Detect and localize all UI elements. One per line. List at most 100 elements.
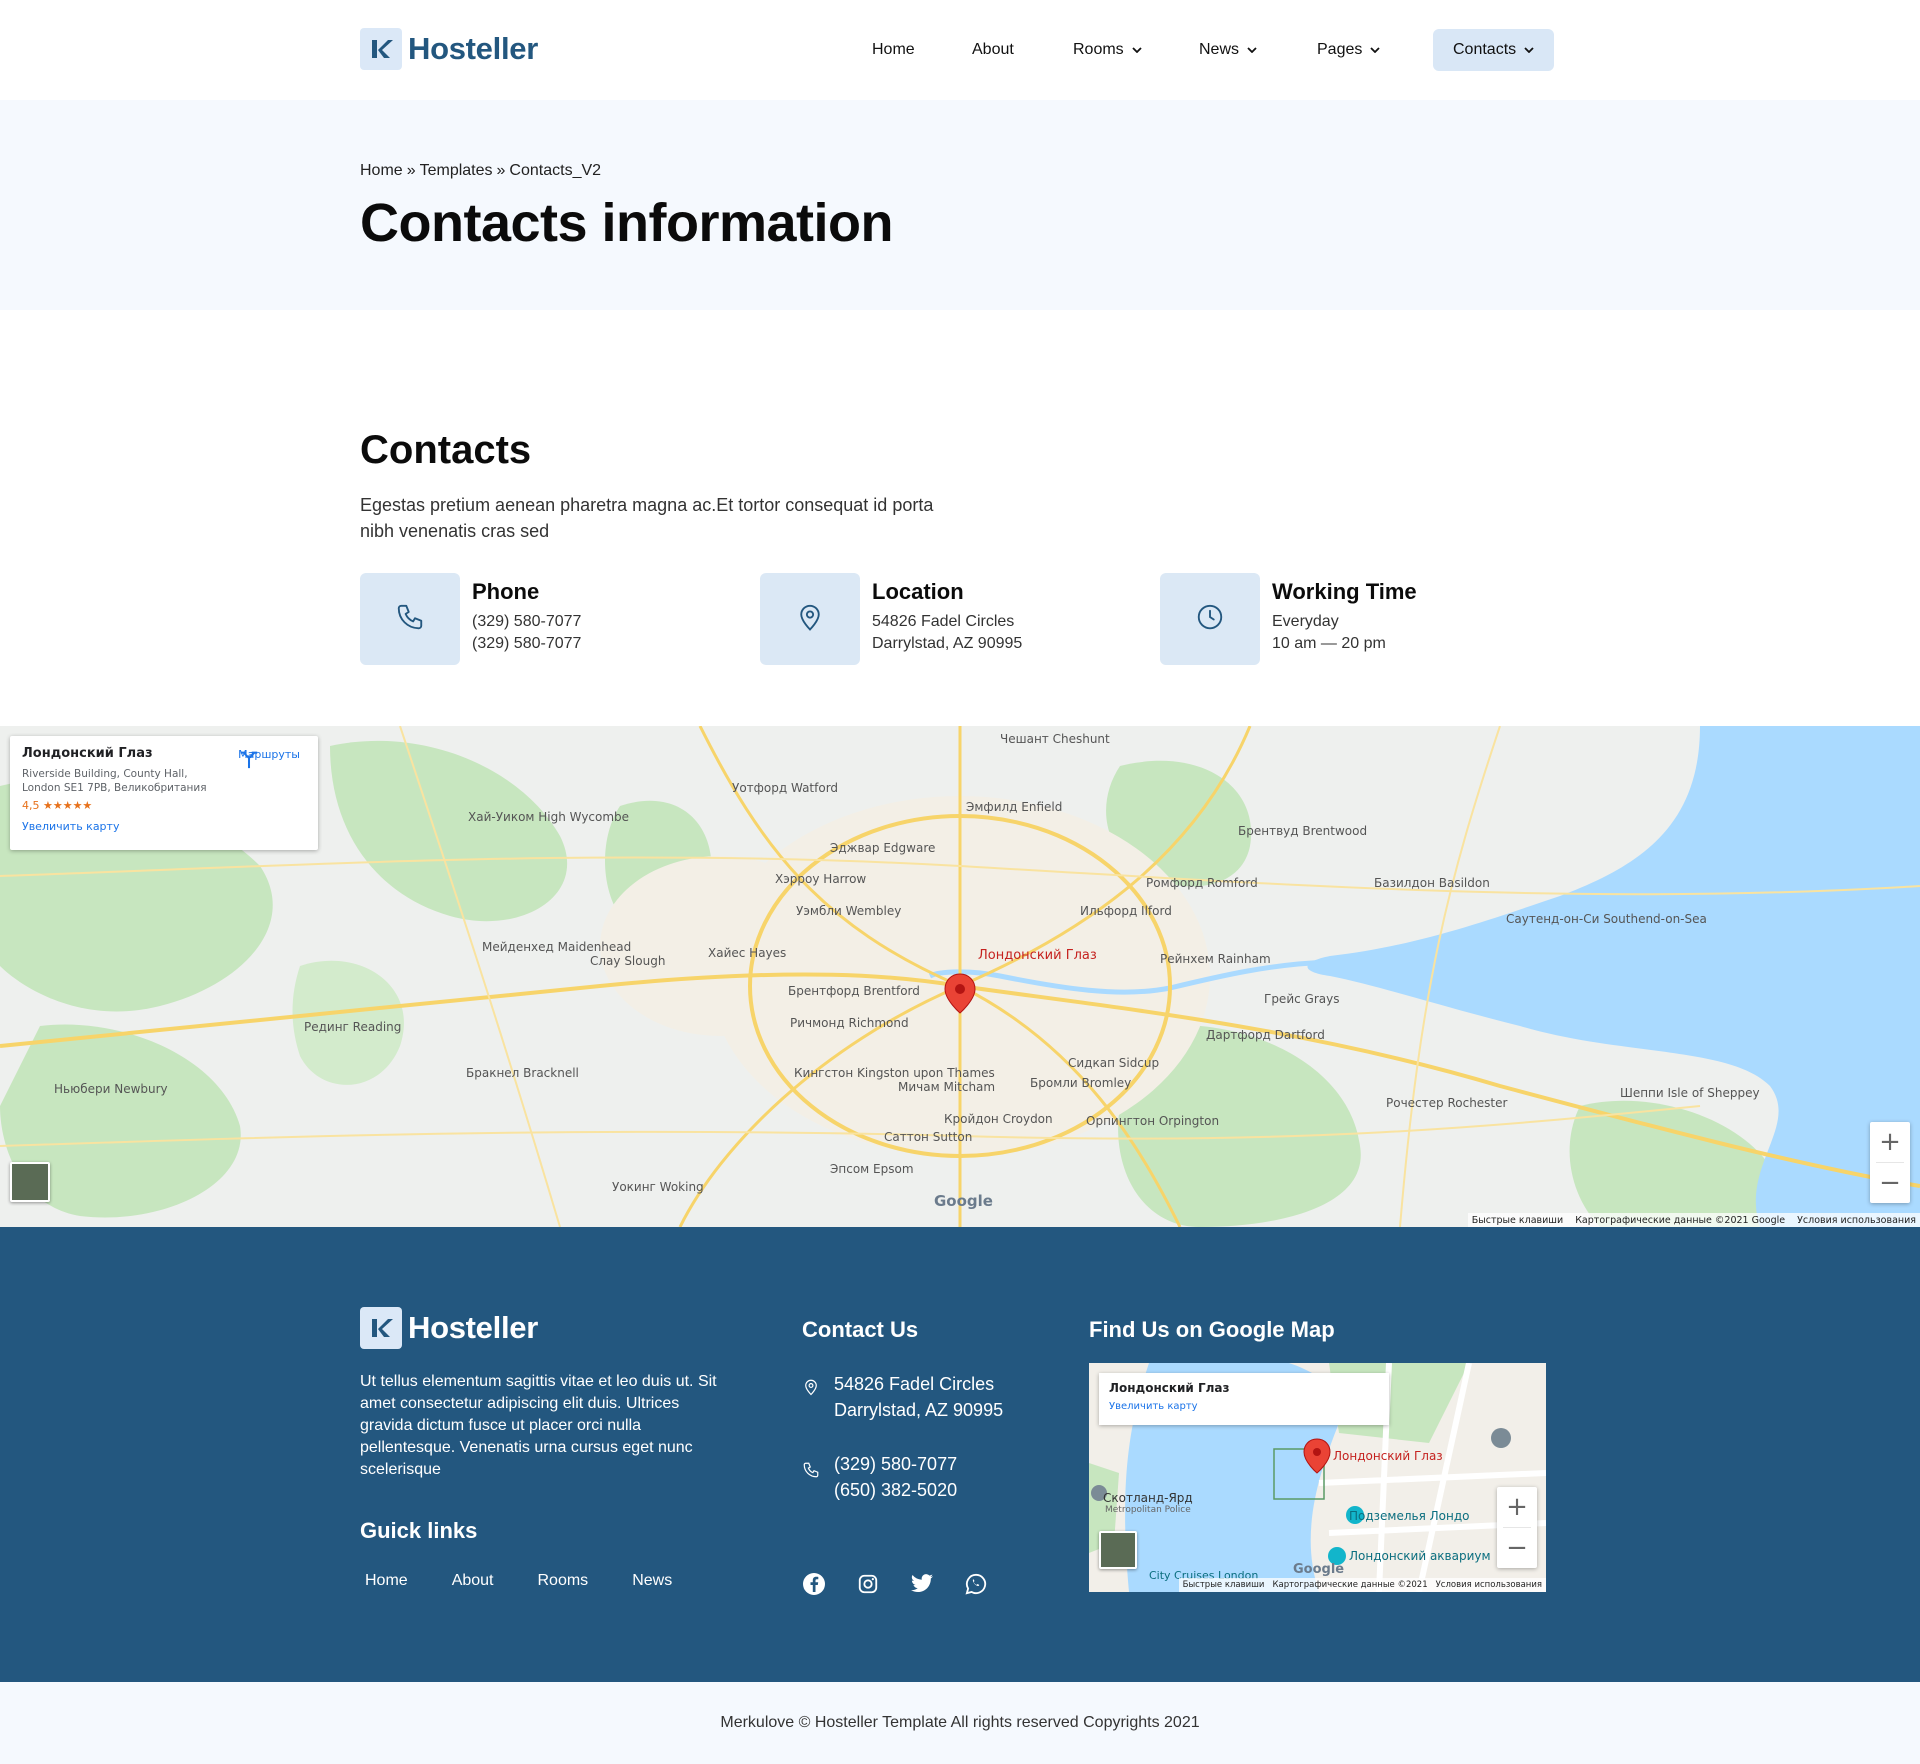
contacts-description: Egestas pretium aenean pharetra magna ac… [360,495,934,541]
phone-icon [802,1461,820,1503]
copyright-bar: Merkulove © Hosteller Template All right… [0,1682,1920,1764]
footer-logo[interactable]: Hosteller [360,1307,538,1349]
map-place-label: Базилдон Basildon [1374,876,1490,890]
instagram-icon[interactable] [856,1572,880,1596]
keyboard-shortcuts-link[interactable]: Быстрые клавиши [1183,1580,1265,1590]
chevron-down-icon [1132,47,1142,53]
breadcrumb-home[interactable]: Home [360,162,403,179]
footer-phone-line[interactable]: (650) 382-5020 [834,1477,957,1503]
nav-news[interactable]: News [1199,29,1257,71]
quick-links: Home About Rooms News [360,1572,711,1590]
map-place-label: Бракнел Bracknell [466,1066,579,1080]
google-logo: Google [1293,1562,1345,1577]
copyright-text: Merkulove © Hosteller Template All right… [720,1714,1200,1731]
nav-contacts[interactable]: Contacts [1433,29,1555,71]
nav-news-label: News [1199,41,1240,58]
breadcrumb: Home» Templates» Contacts_V2 [360,162,601,180]
phone-card-line: (329) 580-7077 [472,613,582,630]
map-place-card: Лондонский Глаз Riverside Building, Coun… [10,736,318,850]
directions-button[interactable]: Маршруты [238,748,300,769]
twitter-icon[interactable] [910,1572,934,1596]
footer-link-news[interactable]: News [632,1572,672,1590]
map-place-label: Эпсом Epsom [830,1162,914,1176]
social-links [802,1572,1018,1596]
nav-pages[interactable]: Pages [1317,29,1381,71]
working-time-card-line: Everyday [1272,613,1339,630]
footer-map-place-card: Лондонский Глаз Увеличить карту [1099,1373,1389,1425]
map-place-label: Ричмонд Richmond [790,1016,909,1030]
location-card-line: Darrylstad, AZ 90995 [872,635,1023,652]
map-place-label: Уэмбли Wembley [796,904,902,918]
footer-map-place-name: Лондонский Глаз [1109,1381,1230,1395]
zoom-out-button[interactable]: − [1870,1163,1910,1203]
footer-link-home[interactable]: Home [365,1572,408,1590]
map-place-label: Рочестер Rochester [1386,1096,1508,1110]
zoom-in-button[interactable]: + [1870,1122,1910,1162]
satellite-toggle[interactable] [10,1162,50,1202]
map-place-label: Рединг Reading [304,1020,402,1034]
phone-card: Phone (329) 580-7077 (329) 580-7077 [360,573,581,665]
working-time-card-line: 10 am — 20 pm [1272,635,1386,652]
main-nav: Home About Rooms News Pages Contacts [0,29,1920,71]
map-place-label: Мейденхед Maidenhead [482,940,632,954]
map-zoom-control: + − [1870,1122,1910,1203]
phone-icon-box [360,573,460,665]
map-place-label: Уотфорд Watford [732,781,839,795]
nav-about[interactable]: About [972,29,1014,71]
facebook-icon[interactable] [802,1572,826,1596]
nav-rooms[interactable]: Rooms [1073,29,1142,71]
map-place-label: Хэрроу Harrow [775,872,867,886]
footer-link-about[interactable]: About [452,1572,494,1590]
footer-map-marker-label: Лондонский Глаз [1333,1449,1443,1463]
map-place-label: Ильфорд Ilford [1080,904,1172,918]
site-footer: Hosteller Ut tellus elementum sagittis v… [0,1227,1920,1682]
map-place-label: Дартфорд Dartford [1206,1028,1325,1042]
google-map[interactable]: Лондонский Глаз Уотфорд Watford Эджвар E… [0,726,1920,1227]
terms-link[interactable]: Условия использования [1436,1580,1542,1590]
footer-map-label: Лондонский аквариум [1349,1549,1491,1563]
map-place-label: Уокинг Woking [612,1180,704,1194]
map-place-label: Мичам Mitcham [898,1080,996,1094]
footer-phone-line[interactable]: (329) 580-7077 [834,1451,957,1477]
map-place-label: Грейс Grays [1264,992,1340,1006]
footer-map-zoom-control: + − [1497,1487,1537,1568]
breadcrumb-templates[interactable]: Templates [420,162,493,179]
quick-links-title: Guick links [360,1518,478,1543]
map-data-credit: Картографические данные ©2021 [1272,1580,1428,1590]
terms-link[interactable]: Условия использования [1797,1215,1916,1226]
phone-card-line: (329) 580-7077 [472,635,582,652]
contact-us-title: Contact Us [802,1317,919,1342]
nav-rooms-label: Rooms [1073,41,1124,58]
map-place-label: Брентфорд Brentford [788,984,920,998]
footer-link-rooms[interactable]: Rooms [538,1572,589,1590]
map-place-label: Рейнхем Rainham [1160,952,1271,966]
map-place-label: Чешант Cheshunt [1000,732,1110,746]
zoom-out-button[interactable]: − [1497,1528,1537,1568]
map-place-label: Брентвуд Brentwood [1238,824,1368,838]
site-header: Hosteller Home About Rooms News Pages Co… [0,0,1920,100]
keyboard-shortcuts-link[interactable]: Быстрые клавиши [1472,1215,1563,1226]
breadcrumb-current: Contacts_V2 [509,162,602,179]
location-icon-box [760,573,860,665]
chevron-down-icon [1524,47,1534,53]
map-place-label: Кингстон Kingston upon Thames [794,1066,995,1080]
whatsapp-icon[interactable] [964,1572,988,1596]
enlarge-map-link[interactable]: Увеличить карту [22,820,306,833]
nav-home[interactable]: Home [872,29,915,71]
footer-logo-text: Hosteller [408,1310,538,1345]
footer-address: 54826 Fadel Circles Darrylstad, AZ 90995 [802,1371,1003,1423]
map-marker-label: Лондонский Глаз [978,948,1097,963]
location-pin-icon [802,1377,820,1423]
footer-satellite-toggle[interactable] [1099,1531,1137,1569]
footer-address-line: 54826 Fadel Circles [834,1374,995,1394]
map-place-label: Слау Slough [590,954,666,968]
footer-enlarge-map-link[interactable]: Увеличить карту [1109,1401,1379,1412]
location-pin-icon [795,602,825,637]
footer-map-label: Metropolitan Police [1105,1505,1191,1515]
map-attribution: Быстрые клавиши Картографические данные … [1467,1213,1920,1227]
map-place-label: Эмфилд Enfield [966,800,1063,814]
zoom-in-button[interactable]: + [1497,1487,1537,1527]
nav-contacts-label: Contacts [1453,41,1517,58]
footer-google-map[interactable]: Скотланд-Ярд Metropolitan Police Подземе… [1089,1363,1546,1592]
map-place-label: Хай-Уиком High Wycombe [468,810,630,824]
